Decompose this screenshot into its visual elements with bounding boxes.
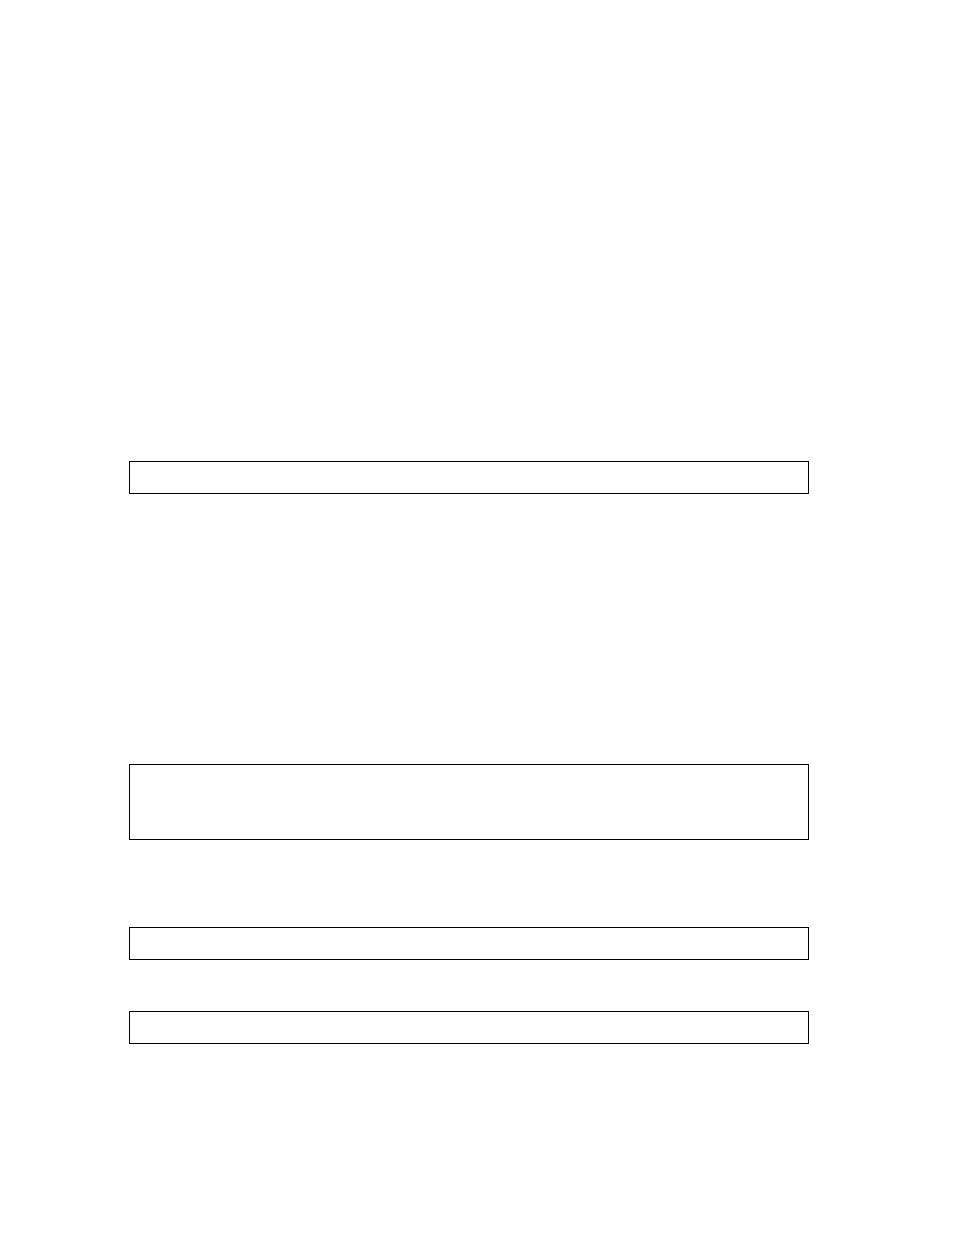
field-box-2[interactable] bbox=[129, 764, 809, 840]
field-box-3[interactable] bbox=[129, 927, 809, 960]
field-box-1[interactable] bbox=[129, 461, 809, 494]
field-box-4[interactable] bbox=[129, 1011, 809, 1044]
